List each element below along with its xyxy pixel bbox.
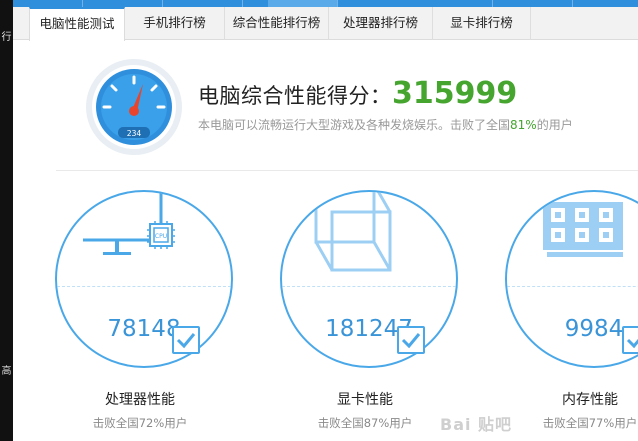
gpu-check-icon[interactable] <box>397 326 425 354</box>
tab-bar: 电脑性能测试 手机排行榜 综合性能排行榜 处理器排行榜 显卡排行榜 <box>13 7 638 41</box>
top-nav-item[interactable] <box>413 0 493 7</box>
gpu-card-subtitle: 击败全国87%用户 <box>317 416 413 430</box>
baidu-tieba-watermark: Bai 贴吧 <box>440 415 513 434</box>
monitor-cpu-icon: CPU <box>83 192 175 255</box>
ring-divider <box>57 286 231 287</box>
memory-check-icon[interactable] <box>622 326 638 354</box>
top-nav-item[interactable] <box>13 0 83 7</box>
left-strip-char-bottom: 高 <box>1 366 12 377</box>
tab-gpu-ranking[interactable]: 显卡排行榜 <box>433 7 531 40</box>
top-nav-item[interactable] <box>83 0 163 7</box>
gpu-score-ring: 181247 <box>280 190 458 368</box>
left-strip-char-top: 行 <box>1 32 12 43</box>
top-nav-item[interactable] <box>493 0 573 7</box>
score-label: 电脑综合性能得分： <box>198 84 392 108</box>
top-nav-item[interactable] <box>163 0 243 7</box>
cpu-performance-card: CPU 78148 处理器性能 击败全国72%用户 <box>55 176 245 441</box>
cpu-card-subtitle: 击败全国72%用户 <box>92 416 188 430</box>
gauge-readout: 234 <box>127 129 142 138</box>
score-description: 本电脑可以流畅运行大型游戏及各种发烧娱乐。击败了全国81%的用户 <box>198 116 573 133</box>
ring-divider <box>507 286 638 287</box>
ring-divider <box>282 286 456 287</box>
left-panel-strip: 行 高 <box>0 0 13 441</box>
cpu-score: 78148 <box>107 316 181 342</box>
score-desc-suffix: 的用户 <box>536 118 573 132</box>
score-desc-prefix: 本电脑可以流畅运行大型游戏及各种发烧娱乐。击败了全国 <box>198 118 511 132</box>
tab-pc-performance-test[interactable]: 电脑性能测试 <box>29 7 125 41</box>
memory-score-ring: 9984 <box>505 190 638 368</box>
memory-chip-icon <box>543 202 623 257</box>
page: 行 高 电脑性能测试 手机排行榜 综合性能排行榜 处理器排行榜 显卡排行榜 23… <box>0 0 638 441</box>
gpu-card-title: 显卡性能 <box>337 392 393 408</box>
cpu-card-title: 处理器性能 <box>105 392 175 408</box>
cpu-score-ring: CPU 78148 <box>55 190 233 368</box>
tab-overall-ranking[interactable]: 综合性能排行榜 <box>225 7 329 40</box>
memory-performance-card: 9984 内存性能 击败全国77%用户 <box>505 176 638 441</box>
top-nav-bar <box>13 0 638 7</box>
gpu-cube-icon <box>314 192 392 272</box>
memory-score: 9984 <box>564 316 624 342</box>
gpu-score: 181247 <box>325 316 413 342</box>
score-desc-percent: 81% <box>510 118 537 132</box>
score-value: 315999 <box>392 76 518 111</box>
tab-phone-ranking[interactable]: 手机排行榜 <box>125 7 225 40</box>
memory-card-subtitle: 击败全国77%用户 <box>542 416 638 430</box>
cpu-check-icon[interactable] <box>172 326 200 354</box>
speedometer-icon: 234 <box>85 58 183 156</box>
top-nav-item-active[interactable] <box>268 0 338 7</box>
gpu-performance-card: 181247 显卡性能 击败全国87%用户 <box>280 176 470 441</box>
tab-cpu-ranking[interactable]: 处理器排行榜 <box>329 7 433 40</box>
svg-text:CPU: CPU <box>155 233 167 240</box>
memory-card-title: 内存性能 <box>562 392 618 408</box>
section-divider <box>56 170 638 171</box>
